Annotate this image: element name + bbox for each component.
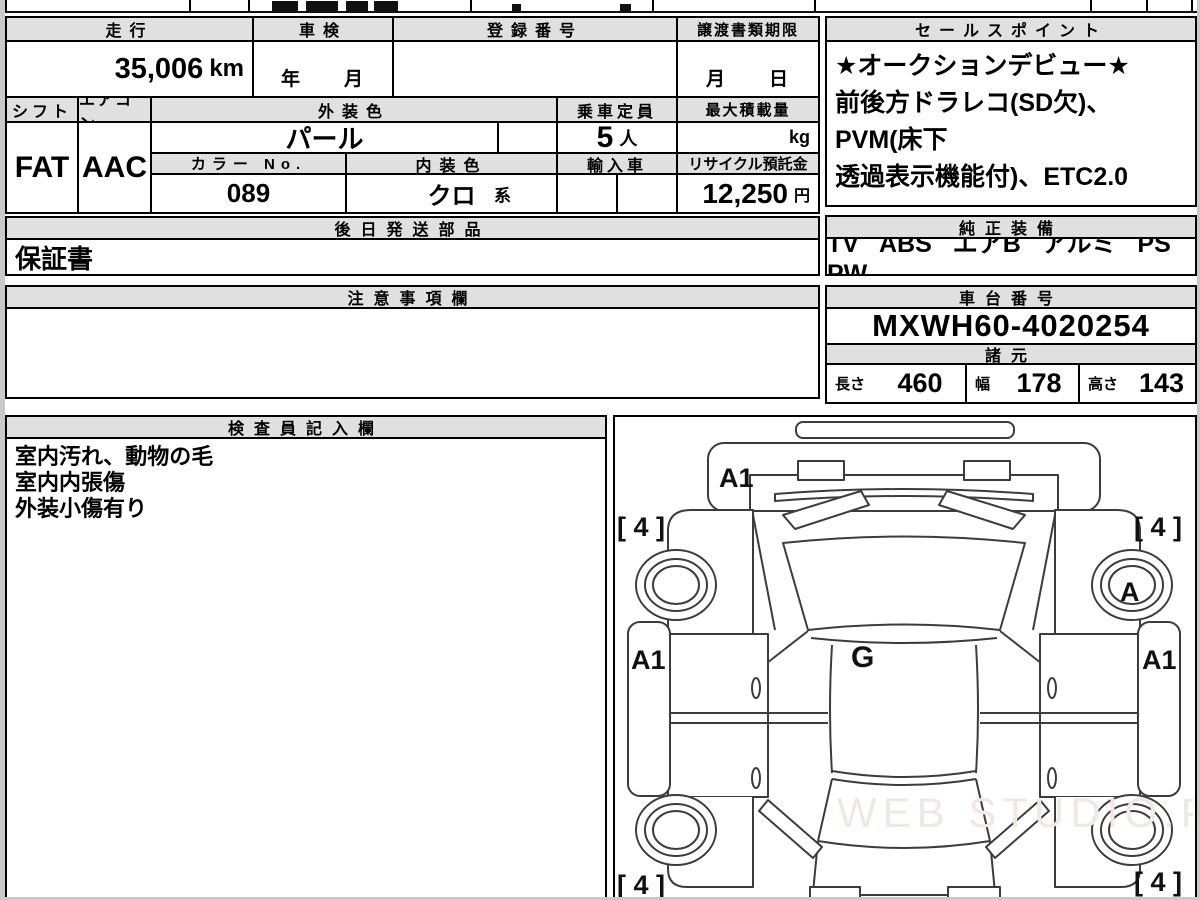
front-bumper bbox=[795, 421, 1015, 439]
tire-depth-rear-left: [ 4 ] bbox=[617, 870, 665, 900]
color-no-header: カラー No. bbox=[150, 152, 347, 175]
notes-body bbox=[5, 307, 820, 399]
b-fold-left bbox=[766, 630, 809, 664]
quarter-left bbox=[758, 799, 823, 859]
tire-depth-rear-right: [ 4 ] bbox=[1134, 867, 1182, 897]
spec-height-value: 143 bbox=[1138, 368, 1185, 398]
tire-depth-front-right: [ 4 ] bbox=[1134, 512, 1182, 542]
interior-color-value: クロ 系 bbox=[345, 173, 558, 214]
aircon-header: エアコン bbox=[77, 96, 152, 123]
exterior-color-value: パール bbox=[150, 121, 499, 154]
registration-no-value bbox=[392, 40, 678, 98]
chassis-header: 車台番号 bbox=[825, 285, 1197, 309]
door-handle bbox=[1047, 767, 1057, 789]
headlight-left bbox=[797, 460, 845, 481]
interior-color-suffix: 系 bbox=[494, 186, 511, 205]
sales-point-body: ★オークションデビュー★ 前後方ドラレコ(SD欠)、PVM(床下 透過表示機能付… bbox=[825, 40, 1197, 207]
mileage-number: 35,006 bbox=[114, 52, 204, 85]
aircon-value: AAC bbox=[77, 121, 152, 214]
headlight-right bbox=[963, 460, 1011, 481]
inspector-line: 室内内張傷 bbox=[15, 470, 126, 495]
color-no-value: 089 bbox=[150, 173, 347, 214]
recycle-deposit-number: 12,250 bbox=[702, 177, 788, 209]
genuine-equipment-header: 純正装備 bbox=[825, 215, 1197, 239]
damage-code-hood: A1 bbox=[719, 463, 754, 493]
later-parts-header: 後日発送部品 bbox=[5, 216, 820, 240]
auction-sheet: 走行 車検 登録番号 譲渡書類期限 35,006 km 年 月 月 日 シフト … bbox=[0, 0, 1200, 900]
genuine-equipment-value: TV ABS エアB アルミ PS PW bbox=[825, 237, 1197, 276]
damage-code-front-right-wheel: A bbox=[1120, 577, 1140, 607]
transfer-deadline-header: 譲渡書類期限 bbox=[676, 16, 820, 42]
inspection-value: 年 月 bbox=[252, 40, 394, 98]
import-car-header: 輸入車 bbox=[556, 152, 678, 175]
capacity-unit: 人 bbox=[619, 128, 638, 149]
sales-point-header: セールスポイント bbox=[825, 16, 1197, 42]
interior-color-name: クロ bbox=[427, 183, 476, 210]
damage-code-right-side: A1 bbox=[1142, 645, 1177, 675]
capacity-value: 5 人 bbox=[556, 121, 678, 154]
spec-width-value: 178 bbox=[1016, 368, 1062, 398]
sales-point-line: ★オークションデビュー★ bbox=[835, 52, 1130, 80]
mileage-value: 35,006 km bbox=[5, 40, 254, 98]
capacity-number: 5 bbox=[596, 121, 614, 154]
spec-width-label: 幅 bbox=[975, 376, 991, 393]
registration-no-header: 登録番号 bbox=[392, 16, 678, 42]
later-parts-value: 保証書 bbox=[5, 238, 820, 276]
recycle-deposit-value: 12,250 円 bbox=[676, 173, 820, 214]
inspection-header: 車検 bbox=[252, 16, 394, 42]
damage-code-left-side: A1 bbox=[631, 645, 666, 675]
mileage-header: 走行 bbox=[5, 16, 254, 42]
spec-height-label: 高さ bbox=[1088, 376, 1119, 393]
spec-length-value: 460 bbox=[897, 368, 943, 398]
exterior-color-header: 外装色 bbox=[150, 96, 558, 123]
specs-header: 諸元 bbox=[825, 343, 1197, 365]
recycle-deposit-unit: 円 bbox=[793, 187, 810, 205]
import-car-value-1 bbox=[556, 173, 618, 214]
exterior-color-extra bbox=[497, 121, 558, 154]
spec-length: 長さ 460 bbox=[825, 363, 967, 404]
damage-code-windshield: G bbox=[851, 641, 874, 674]
inspector-line: 室内汚れ、動物の毛 bbox=[15, 444, 214, 469]
roof-side-left bbox=[829, 644, 833, 774]
max-load-value: kg bbox=[676, 121, 820, 154]
import-car-value-2 bbox=[616, 173, 678, 214]
car-damage-diagram: A1 [ 4 ] [ 4 ] [ 4 ] [ 4 ] A1 A1 A G WEB… bbox=[617, 421, 1193, 900]
spec-height: 高さ 143 bbox=[1078, 363, 1197, 404]
capacity-header: 乗車定員 bbox=[556, 96, 678, 123]
page-edge-left bbox=[0, 0, 5, 900]
spec-width: 幅 178 bbox=[965, 363, 1080, 404]
roof-front-edge bbox=[810, 637, 998, 644]
notes-header: 注意事項欄 bbox=[5, 285, 820, 309]
inspector-body: 室内汚れ、動物の毛 室内内張傷 外装小傷有り bbox=[5, 437, 607, 900]
door-handle bbox=[1047, 677, 1057, 699]
damage-diagram-box: A1 [ 4 ] [ 4 ] [ 4 ] [ 4 ] A1 A1 A G WEB… bbox=[613, 415, 1197, 900]
inspector-header: 検査員記入欄 bbox=[5, 415, 607, 439]
shift-value: FAT bbox=[5, 121, 79, 214]
roof-rear-edge bbox=[831, 770, 977, 786]
recycle-deposit-header: リサイクル預託金 bbox=[676, 152, 820, 175]
cropped-row-remnant bbox=[0, 0, 1200, 13]
shift-header: シフト bbox=[5, 96, 79, 123]
windshield bbox=[782, 535, 1026, 631]
fender-crease-left bbox=[752, 514, 776, 631]
wheel-rear-left bbox=[635, 794, 717, 866]
sales-point-line: 前後方ドラレコ(SD欠)、PVM(床下 bbox=[835, 89, 1112, 154]
door-handle bbox=[751, 677, 761, 699]
tire-depth-front-left: [ 4 ] bbox=[617, 512, 665, 542]
transfer-deadline-value: 月 日 bbox=[676, 40, 820, 98]
chassis-value: MXWH60-4020254 bbox=[825, 307, 1197, 345]
sales-point-line: 透過表示機能付)、ETC2.0 bbox=[835, 163, 1129, 191]
spec-length-label: 長さ bbox=[835, 376, 866, 393]
hood bbox=[707, 442, 1101, 512]
inspector-line: 外装小傷有り bbox=[15, 496, 148, 521]
fender-crease-right bbox=[1032, 514, 1056, 631]
max-load-header: 最大積載量 bbox=[676, 96, 820, 123]
watermark-text: WEB STUDIO.PRO bbox=[837, 789, 1193, 836]
wheel-front-left bbox=[635, 549, 717, 621]
b-fold-right bbox=[999, 630, 1042, 664]
mileage-unit: km bbox=[209, 55, 244, 82]
interior-color-header: 内装色 bbox=[345, 152, 558, 175]
roof-side-right bbox=[975, 644, 979, 774]
door-handle bbox=[751, 767, 761, 789]
